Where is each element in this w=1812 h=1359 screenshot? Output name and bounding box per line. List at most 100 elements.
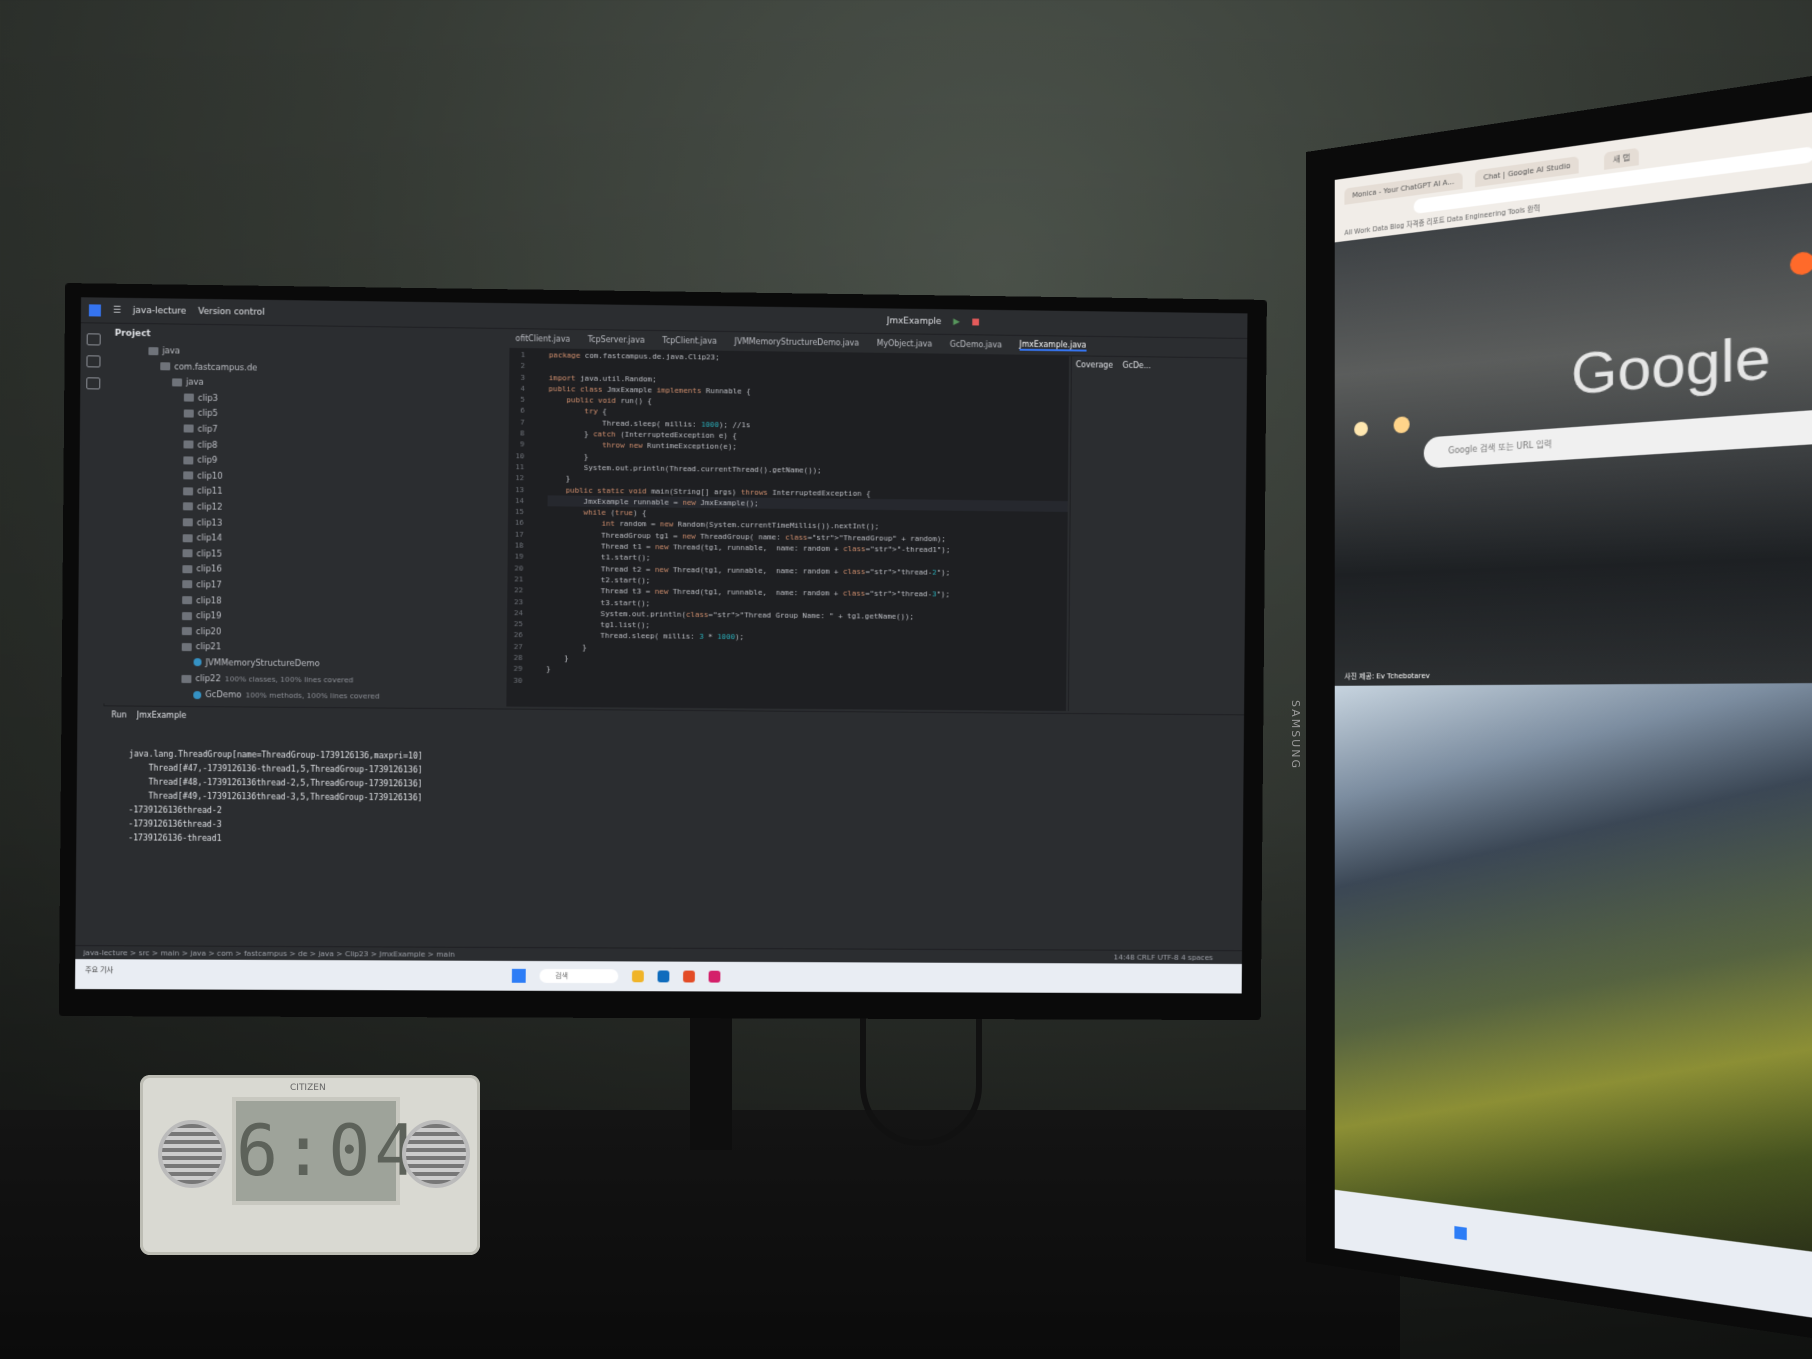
breadcrumb[interactable]: java-lecture > src > main > java > com >… (83, 948, 455, 959)
line-number: 5 (509, 394, 547, 406)
class-icon (194, 659, 202, 667)
line-gutter: 1 2 3 4 5 6 7 8 9 10 11 12 13 14 15 16 17 18 19 20 21 22 23 24 2… (506, 349, 547, 707)
stop-icon[interactable]: ■ (971, 317, 979, 327)
tree-item-label: GcDemo (205, 690, 241, 700)
code-area[interactable]: package com.fastcampus.de.java.Clip23; im… (546, 349, 1069, 690)
line-number: 19 (508, 551, 546, 563)
alarm-clock: CITIZEN 6:04 (140, 1075, 480, 1255)
tree-item-label: clip7 (198, 425, 218, 435)
vcs-widget[interactable]: Version control (198, 306, 265, 317)
line-number: 30 (507, 674, 545, 686)
line-number: 2 (509, 360, 547, 372)
tree-item-label: clip15 (196, 549, 222, 559)
tree-item-label: clip19 (196, 611, 222, 621)
project-switcher[interactable]: java-lecture (133, 305, 186, 316)
line-number: 26 (507, 629, 545, 641)
tree-item-label: clip5 (198, 409, 218, 419)
line-number: 21 (507, 573, 545, 585)
coverage-tab[interactable]: Coverage (1076, 360, 1113, 369)
line-number: 13 (508, 484, 546, 496)
line-number: 11 (508, 461, 546, 473)
taskbar-search[interactable]: 검색 (539, 969, 618, 983)
bokeh-light (1354, 421, 1368, 436)
browser-tab[interactable]: 새 탭 (1604, 148, 1639, 170)
background-photo-city: Google Google 검색 또는 URL 입력 (1335, 177, 1812, 686)
line-number: 18 (508, 540, 546, 552)
editor-tab[interactable]: JVMMemoryStructureDemo.java (734, 337, 859, 348)
side-screen: Monica - Your ChatGPT AI A... Chat | Goo… (1335, 106, 1812, 1325)
folder-icon (184, 409, 194, 417)
tree-item-label: clip11 (197, 487, 223, 497)
line-number: 3 (509, 371, 547, 383)
console-output[interactable]: java.lang.ThreadGroup[name=ThreadGroup-1… (127, 746, 1214, 943)
monitor-stand (690, 1010, 732, 1150)
line-number: 23 (507, 596, 545, 608)
folder-icon (183, 518, 193, 526)
tree-item-label: java (162, 346, 180, 356)
editor-tab[interactable]: TcpServer.java (588, 335, 645, 345)
editor-tab[interactable]: JmxExample.java (1019, 340, 1086, 352)
menu-icon[interactable]: ☰ (113, 305, 121, 315)
background-photo-mountain (1335, 683, 1812, 1258)
project-tool-icon[interactable] (87, 333, 101, 345)
folder-icon (184, 394, 194, 402)
folder-icon (183, 534, 193, 542)
line-number: 9 (509, 439, 547, 451)
class-icon (193, 691, 201, 699)
tree-item-label: clip14 (197, 534, 223, 544)
edge-icon[interactable] (658, 970, 670, 982)
folder-icon (184, 425, 194, 433)
folder-icon (183, 472, 193, 480)
intellij-taskbar-icon[interactable] (709, 971, 721, 983)
run-config-tab[interactable]: JmxExample (137, 711, 186, 720)
line-number: 29 (507, 663, 545, 675)
run-tab[interactable]: Run (111, 710, 126, 719)
line-number: 17 (508, 528, 546, 540)
folder-icon (181, 675, 191, 683)
editor-tab[interactable]: ofitClient.java (515, 334, 570, 344)
coverage-tab-2[interactable]: GcDe... (1123, 361, 1151, 370)
tree-item-label: clip17 (196, 580, 222, 590)
folder-icon (183, 503, 193, 511)
tree-item-label: com.fastcampus.de (174, 362, 257, 373)
clock-brand: CITIZEN (290, 1083, 326, 1093)
line-number: 10 (508, 450, 546, 462)
more-tools-icon[interactable] (86, 377, 100, 389)
folder-icon (183, 549, 193, 557)
windows-start-icon[interactable] (1454, 1226, 1466, 1240)
line-number: 25 (507, 618, 545, 630)
coverage-text: 100% methods, 100% lines covered (245, 691, 379, 701)
file-explorer-icon[interactable] (632, 970, 644, 982)
folder-icon (182, 643, 192, 651)
line-number: 24 (507, 607, 545, 619)
windows-start-icon[interactable] (512, 969, 526, 983)
tree-item-label: clip13 (197, 518, 223, 528)
line-number: 6 (509, 405, 547, 417)
google-search-box[interactable]: Google 검색 또는 URL 입력 (1424, 407, 1812, 468)
folder-icon (182, 581, 192, 589)
folder-icon (182, 596, 192, 604)
tree-item-label: clip3 (198, 393, 218, 403)
coverage-text: 100% classes, 100% lines covered (225, 675, 354, 685)
editor-tab[interactable]: TcpClient.java (662, 336, 717, 346)
tree-item-label: clip8 (197, 440, 217, 450)
line-number: 22 (507, 585, 545, 597)
line-number: 14 (508, 495, 546, 507)
code-editor[interactable]: 1 2 3 4 5 6 7 8 9 10 11 12 13 14 15 16 17 18 19 20 21 22 23 24 2… (506, 349, 1069, 711)
folder-icon (183, 487, 193, 495)
folder-icon (148, 347, 158, 355)
project-panel: Project java com.fastcampus.de java clip3 cl… (103, 324, 507, 707)
folder-icon (183, 456, 193, 464)
line-number: 27 (507, 641, 545, 653)
tree-item-label: clip20 (196, 627, 222, 637)
editor-tab[interactable]: MyObject.java (877, 339, 933, 349)
run-config-selector[interactable]: JmxExample (887, 316, 941, 327)
structure-tool-icon[interactable] (86, 355, 100, 367)
coverage-panel: Coverage GcDe... (1068, 356, 1248, 712)
run-icon[interactable]: ▶ (953, 317, 960, 327)
weather-widget[interactable]: 주요 기사 (85, 965, 113, 975)
chrome-icon[interactable] (683, 971, 695, 983)
editor-tab[interactable]: GcDemo.java (950, 340, 1002, 350)
line-number: 7 (509, 416, 547, 428)
photo-credit[interactable]: 사진 제공: Ev Tchebotarev (1344, 671, 1429, 682)
